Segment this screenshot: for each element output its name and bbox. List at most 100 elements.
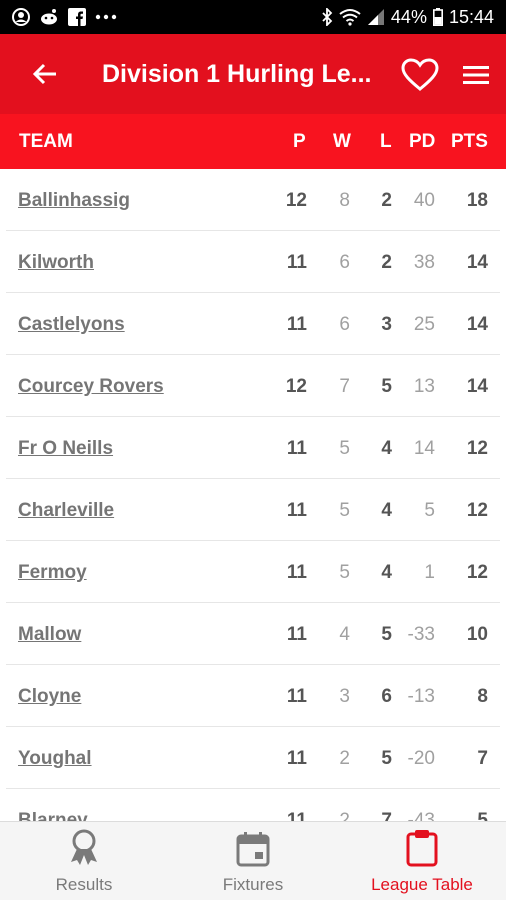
status-bar: 44% 15:44 [0, 0, 506, 34]
cell-played: 12 [285, 376, 307, 397]
cell-played: 11 [286, 748, 307, 769]
team-link[interactable]: Fermoy [18, 562, 87, 584]
column-lost: L [380, 131, 392, 152]
team-link[interactable]: Blarney [18, 810, 88, 821]
battery-percent: 44% [390, 6, 427, 27]
cell-played: 11 [286, 562, 307, 583]
cell-played: 11 [286, 500, 307, 521]
facebook-icon [68, 8, 86, 26]
cell-points-difference: 13 [413, 376, 435, 397]
cell-points: 10 [466, 624, 488, 645]
table-row: Charleville 11 5 4 5 12 [6, 479, 500, 541]
cell-won: 8 [339, 190, 350, 211]
battery-icon [432, 8, 443, 26]
team-link[interactable]: Castlelyons [18, 314, 125, 336]
cell-points: 12 [466, 438, 488, 459]
cell-points-difference: 38 [413, 252, 435, 273]
cell-points: 7 [477, 748, 488, 769]
team-link[interactable]: Mallow [18, 624, 81, 646]
cell-lost: 5 [381, 748, 392, 769]
cell-points-difference: 25 [413, 314, 435, 335]
cell-played: 11 [286, 438, 307, 459]
cell-won: 6 [339, 314, 350, 335]
back-button[interactable] [0, 34, 90, 114]
cell-won: 3 [339, 686, 350, 707]
table-row: Mallow 11 4 5 -33 10 [6, 603, 500, 665]
cell-won: 5 [339, 500, 350, 521]
column-won: W [333, 131, 351, 152]
cell-lost: 2 [381, 252, 392, 273]
cell-lost: 4 [381, 500, 392, 521]
column-team: TEAM [19, 131, 73, 152]
menu-button[interactable] [456, 56, 496, 94]
table-row: Youghal 11 2 5 -20 7 [6, 727, 500, 789]
team-link[interactable]: Ballinhassig [18, 190, 130, 212]
cell-played: 11 [286, 252, 307, 273]
account-circle-icon [12, 8, 30, 26]
cell-points: 12 [466, 562, 488, 583]
cell-won: 5 [339, 438, 350, 459]
award-icon [71, 829, 97, 865]
cell-points-difference: 40 [413, 190, 435, 211]
column-points: PTS [451, 131, 488, 152]
cell-lost: 2 [381, 190, 392, 211]
column-played: P [293, 131, 306, 152]
reddit-icon [39, 8, 59, 26]
tab-league-table[interactable]: League Table [338, 822, 506, 900]
more-notifications-icon [95, 14, 117, 20]
cell-points: 18 [466, 190, 488, 211]
cell-points-difference: -33 [407, 624, 435, 645]
tab-fixtures-label: Fixtures [222, 875, 284, 894]
table-header: TEAM P W L PD PTS [0, 114, 506, 169]
column-points-difference: PD [409, 131, 436, 152]
cell-lost: 4 [381, 438, 392, 459]
calendar-icon [236, 832, 270, 867]
cell-played: 11 [286, 624, 307, 645]
cell-points: 14 [466, 376, 488, 397]
team-link[interactable]: Fr O Neills [18, 438, 113, 460]
cell-points-difference: 5 [424, 500, 435, 521]
table-row: Courcey Rovers 12 7 5 13 14 [6, 355, 500, 417]
cell-played: 11 [286, 314, 307, 335]
wifi-icon [339, 8, 361, 26]
cell-won: 2 [339, 748, 350, 769]
cell-points: 5 [477, 810, 488, 821]
cell-won: 5 [339, 562, 350, 583]
clipboard-icon [406, 830, 438, 867]
cell-points-difference: -20 [407, 748, 435, 769]
cell-lost: 3 [381, 314, 392, 335]
bluetooth-icon [321, 8, 333, 26]
app-bar: Division 1 Hurling Le... [0, 34, 506, 114]
team-link[interactable]: Kilworth [18, 252, 94, 274]
cell-points-difference: -43 [407, 810, 435, 821]
cell-lost: 7 [381, 810, 392, 821]
favourite-button[interactable] [400, 56, 440, 94]
cell-won: 2 [339, 810, 350, 821]
table-row: Castlelyons 11 6 3 25 14 [6, 293, 500, 355]
team-link[interactable]: Courcey Rovers [18, 376, 164, 398]
page-title: Division 1 Hurling Le... [102, 59, 372, 88]
signal-icon [367, 8, 385, 26]
team-link[interactable]: Charleville [18, 500, 114, 522]
table-row: Fr O Neills 11 5 4 14 12 [6, 417, 500, 479]
cell-played: 11 [286, 686, 307, 707]
table-row: Kilworth 11 6 2 38 14 [6, 231, 500, 293]
cell-points: 8 [477, 686, 488, 707]
team-link[interactable]: Youghal [18, 748, 92, 770]
clock: 15:44 [448, 6, 494, 27]
bottom-navigation: Results Fixtures League Table [0, 821, 506, 900]
cell-played: 12 [285, 190, 307, 211]
cell-lost: 5 [381, 376, 392, 397]
tab-results[interactable]: Results [0, 822, 168, 900]
tab-fixtures[interactable]: Fixtures [169, 822, 337, 900]
cell-lost: 6 [381, 686, 392, 707]
arrow-back-icon [32, 63, 56, 85]
team-link[interactable]: Cloyne [18, 686, 81, 708]
heart-icon [401, 58, 439, 91]
cell-played: 11 [286, 810, 307, 821]
cell-points: 12 [466, 500, 488, 521]
cell-points: 14 [466, 252, 488, 273]
table-row: Ballinhassig 12 8 2 40 18 [6, 169, 500, 231]
cell-won: 7 [339, 376, 350, 397]
tab-league-table-label: League Table [371, 875, 473, 894]
